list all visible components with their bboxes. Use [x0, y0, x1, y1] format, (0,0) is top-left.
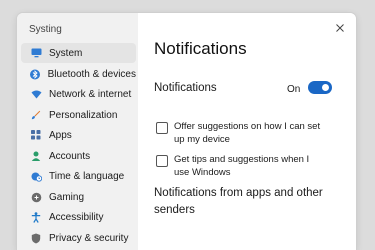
sidebar-item-label: Gaming	[49, 191, 85, 203]
toggle-knob	[322, 84, 329, 91]
close-button[interactable]	[334, 22, 346, 34]
notifications-label: Notifications	[154, 82, 217, 94]
person-icon	[25, 151, 47, 161]
wifi-icon	[25, 90, 47, 99]
apps-grid-icon	[25, 130, 47, 140]
sidebar-item-label: Time & language	[49, 170, 125, 182]
section-heading: Notifications from apps and other sender…	[154, 187, 323, 216]
sidebar-item-system[interactable]: System	[21, 43, 136, 63]
sidebar-item-label: Personalization	[49, 109, 118, 121]
gamepad-icon	[25, 192, 47, 203]
accessibility-icon	[25, 211, 47, 223]
sidebar-item-privacy-security[interactable]: Privacy & security	[21, 228, 136, 248]
tips-label: Get tips and suggestions when I use Wind…	[174, 154, 310, 178]
sidebar-item-bluetooth[interactable]: Bluetooth & devices	[21, 64, 136, 84]
sidebar-item-label: Privacy & security	[49, 232, 129, 244]
sidebar-item-personalization[interactable]: Personalization	[21, 105, 136, 125]
bluetooth-icon	[25, 69, 46, 80]
main-content: Notifications Notifications On Offer sug…	[138, 13, 356, 250]
close-icon	[336, 24, 344, 32]
sidebar-item-label: Apps	[49, 129, 72, 141]
sidebar-item-gaming[interactable]: Gaming	[21, 187, 136, 207]
option-tips[interactable]: Get tips and suggestions when I use Wind…	[156, 154, 351, 179]
sidebar-item-label: Bluetooth & devices	[47, 68, 136, 80]
settings-window: Systing System Bluetooth & devices Netwo…	[17, 13, 356, 250]
toggle-state-label: On	[287, 84, 301, 95]
sidebar-item-label: Accounts	[49, 150, 91, 162]
notifications-toggle[interactable]	[308, 81, 332, 94]
sidebar: Systing System Bluetooth & devices Netwo…	[17, 13, 138, 250]
shield-icon	[25, 233, 47, 244]
option-setup-suggestions[interactable]: Offer suggestions on how I can set up my…	[156, 121, 351, 146]
sidebar-item-label: Accessibility	[49, 211, 104, 223]
sidebar-item-label: System	[49, 47, 83, 59]
sidebar-item-apps[interactable]: Apps	[21, 125, 136, 145]
app-title: Systing	[29, 24, 62, 35]
setup-suggestions-label: Offer suggestions on how I can set up my…	[174, 121, 321, 145]
globe-clock-icon	[25, 171, 47, 182]
sidebar-item-time-language[interactable]: Time & language	[21, 166, 136, 186]
sidebar-item-network[interactable]: Network & internet	[21, 84, 136, 104]
sidebar-item-label: Network & internet	[49, 88, 132, 100]
page-title: Notifications	[154, 39, 247, 58]
brush-icon	[25, 110, 47, 120]
sidebar-item-accounts[interactable]: Accounts	[21, 146, 136, 166]
tips-checkbox[interactable]	[156, 155, 168, 167]
sidebar-item-accessibility[interactable]: Accessibility	[21, 207, 136, 227]
setup-suggestions-checkbox[interactable]	[156, 122, 168, 134]
monitor-icon	[25, 48, 47, 58]
